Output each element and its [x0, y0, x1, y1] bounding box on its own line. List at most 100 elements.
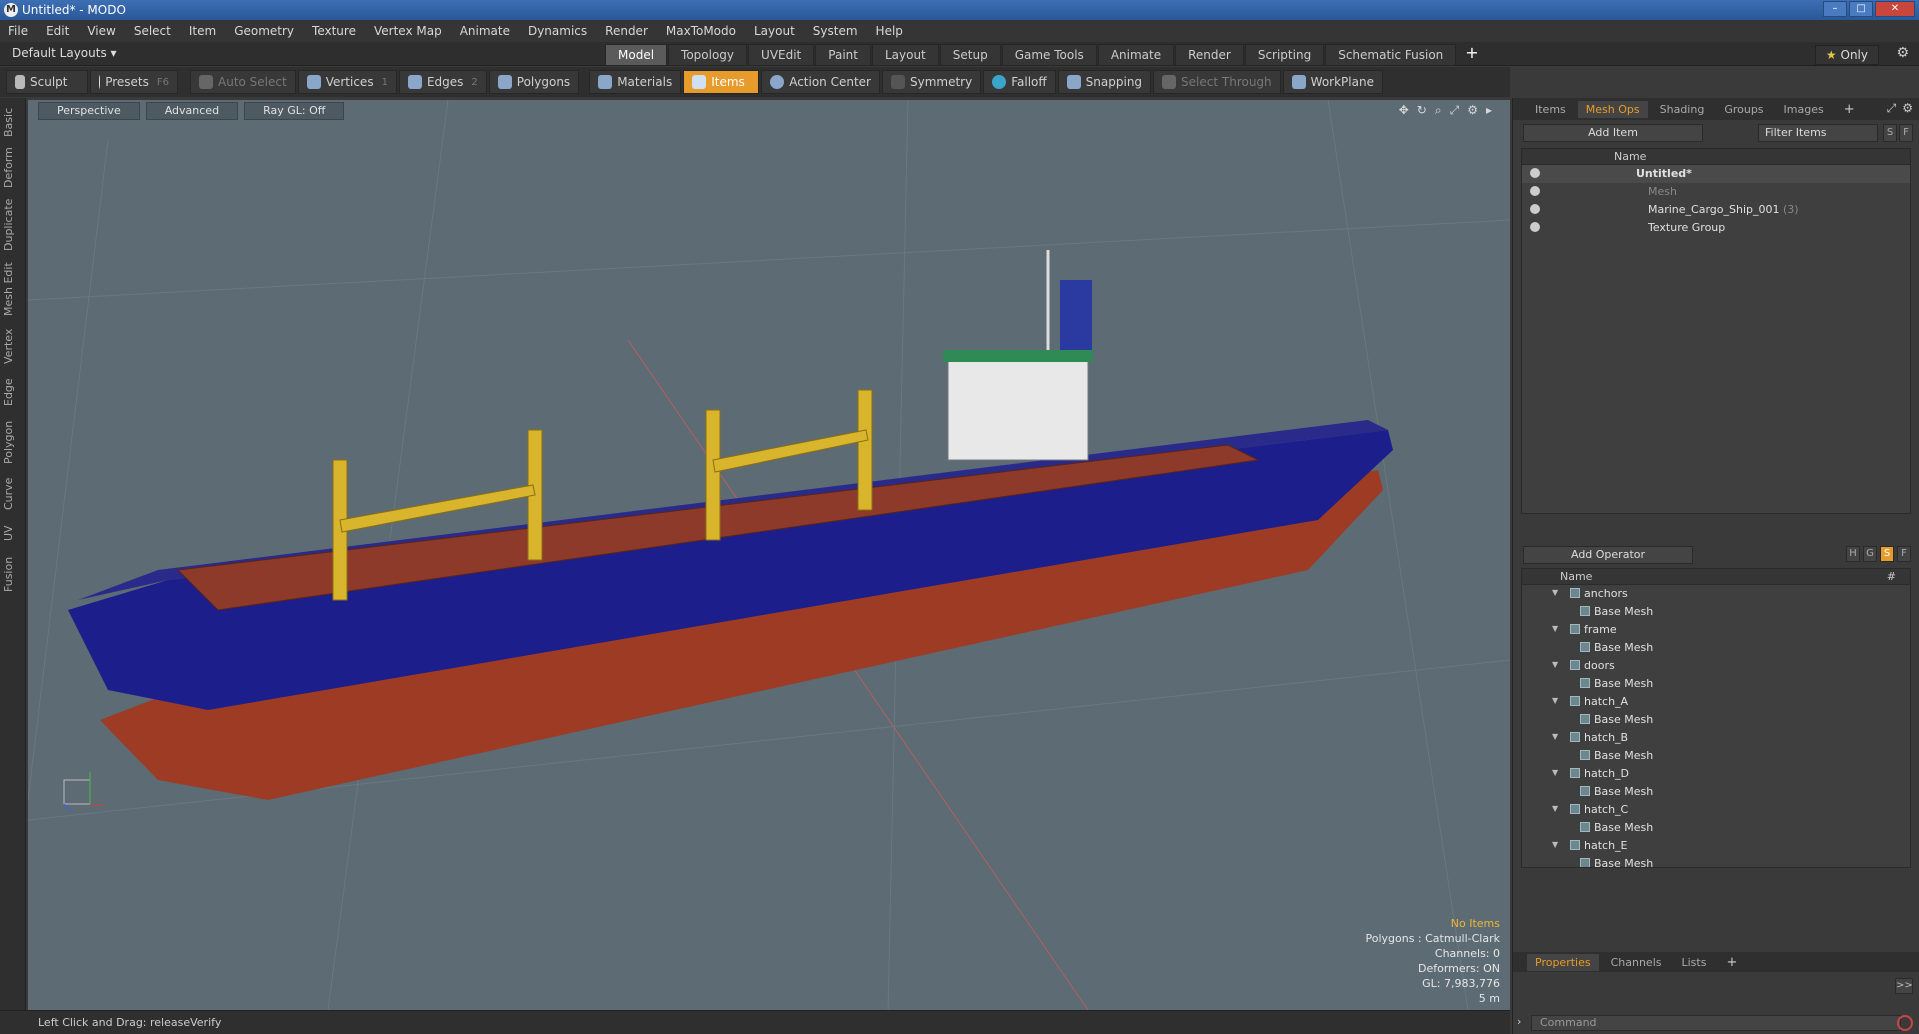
tab-uvedit[interactable]: UVEdit — [748, 44, 815, 66]
tab-items[interactable]: Items — [1527, 101, 1574, 118]
maximize-button[interactable]: □ — [1849, 1, 1873, 17]
zoom-icon[interactable]: ⌕ — [1435, 103, 1442, 118]
f-button[interactable]: F — [1899, 124, 1913, 142]
close-button[interactable]: ✕ — [1875, 1, 1915, 17]
tab-properties[interactable]: Properties — [1527, 953, 1599, 971]
expand-icon[interactable]: ⤢ — [1887, 101, 1897, 116]
menu-render[interactable]: Render — [605, 24, 648, 38]
operator-child-row[interactable]: Base Mesh — [1522, 603, 1910, 621]
eye-icon[interactable] — [1530, 186, 1540, 196]
expand-properties-button[interactable]: >> — [1895, 978, 1913, 994]
eye-icon[interactable] — [1530, 168, 1540, 178]
expand-arrow-icon[interactable]: ▼ — [1552, 768, 1558, 777]
menu-layout[interactable]: Layout — [754, 24, 795, 38]
operator-child-row[interactable]: Base Mesh — [1522, 639, 1910, 657]
expand-arrow-icon[interactable]: ▼ — [1552, 588, 1558, 597]
operator-row[interactable]: ▼ hatch_B — [1522, 729, 1910, 747]
rotate-icon[interactable]: ↻ — [1417, 103, 1427, 118]
add-item-dropdown[interactable]: Add Item — [1523, 124, 1703, 142]
operator-child-row[interactable]: Base Mesh — [1522, 747, 1910, 765]
snapping-button[interactable]: Snapping — [1057, 70, 1152, 94]
default-layouts-dropdown[interactable]: Default Layouts ▾ — [12, 46, 117, 60]
operator-child-row[interactable]: Base Mesh — [1522, 783, 1910, 801]
operator-row[interactable]: ▼ hatch_E — [1522, 837, 1910, 855]
menu-item[interactable]: Item — [189, 24, 216, 38]
tab-render[interactable]: Render — [1175, 44, 1244, 66]
fit-icon[interactable]: ⤢ — [1450, 103, 1460, 118]
operator-row[interactable]: ▼ hatch_A — [1522, 693, 1910, 711]
operator-row[interactable]: ▼ frame — [1522, 621, 1910, 639]
filter-items-input[interactable]: Filter Items — [1758, 124, 1878, 142]
raygl-toggle[interactable]: Ray GL: Off — [244, 102, 345, 120]
left-tab-basic[interactable]: Basic — [2, 104, 24, 140]
tab-images[interactable]: Images — [1776, 101, 1832, 118]
operator-child-row[interactable]: Base Mesh — [1522, 819, 1910, 837]
expand-arrow-icon[interactable]: ▼ — [1552, 660, 1558, 669]
stop-icon[interactable] — [1897, 1015, 1913, 1031]
operator-row[interactable]: ▼ doors — [1522, 657, 1910, 675]
3d-viewport[interactable]: Perspective Advanced Ray GL: Off ✥ ↻ ⌕ ⤢… — [28, 100, 1510, 1010]
left-tab-polygon[interactable]: Polygon — [2, 416, 24, 468]
auto-select-button[interactable]: Auto Select — [190, 70, 296, 94]
tab-channels[interactable]: Channels — [1603, 954, 1670, 971]
tree-row[interactable]: Mesh — [1522, 183, 1910, 201]
expand-arrow-icon[interactable]: ▼ — [1552, 732, 1558, 741]
left-tab-fusion[interactable]: Fusion — [2, 552, 24, 596]
operator-child-row[interactable]: Base Mesh — [1522, 711, 1910, 729]
operator-row[interactable]: ▼ hatch_D — [1522, 765, 1910, 783]
tab-scripting[interactable]: Scripting — [1244, 44, 1325, 66]
flag-f[interactable]: F — [1897, 546, 1911, 562]
minimize-button[interactable]: – — [1823, 1, 1847, 17]
perspective-dropdown[interactable]: Perspective — [38, 102, 140, 120]
add-bottom-tab-button[interactable]: + — [1718, 953, 1745, 972]
flag-s[interactable]: S — [1880, 546, 1894, 562]
tree-row[interactable]: Marine_Cargo_Ship_001 (3) — [1522, 201, 1910, 219]
tab-model[interactable]: Model — [605, 44, 668, 66]
eye-icon[interactable] — [1530, 204, 1540, 214]
eye-icon[interactable] — [1530, 222, 1540, 232]
only-toggle[interactable]: ★ Only — [1814, 45, 1879, 65]
tab-setup[interactable]: Setup — [939, 44, 1001, 66]
viewport-menu-icon[interactable]: ▸ — [1486, 103, 1492, 118]
tab-topology[interactable]: Topology — [668, 44, 748, 66]
polygons-button[interactable]: Polygons — [488, 70, 580, 94]
gear-icon[interactable]: ⚙ — [1896, 45, 1909, 61]
sculpt-button[interactable]: Sculpt — [6, 70, 88, 94]
symmetry-button[interactable]: Symmetry — [882, 70, 982, 94]
tab-schematic-fusion[interactable]: Schematic Fusion — [1325, 44, 1457, 66]
tab-groups[interactable]: Groups — [1716, 101, 1771, 118]
operator-row[interactable]: ▼ anchors — [1522, 585, 1910, 603]
left-tab-edge[interactable]: Edge — [2, 374, 24, 410]
command-input[interactable]: Command — [1531, 1015, 1901, 1031]
operator-row[interactable]: ▼ hatch_C — [1522, 801, 1910, 819]
select-through-button[interactable]: Select Through — [1153, 70, 1281, 94]
tab-layout[interactable]: Layout — [871, 44, 939, 66]
menu-vertex-map[interactable]: Vertex Map — [374, 24, 442, 38]
menu-view[interactable]: View — [87, 24, 115, 38]
materials-button[interactable]: Materials — [589, 70, 682, 94]
tab-paint[interactable]: Paint — [815, 44, 871, 66]
vertices-button[interactable]: Vertices 1 — [297, 70, 397, 94]
panel-gear-icon[interactable]: ⚙ — [1902, 101, 1913, 116]
action-center-button[interactable]: Action Center — [761, 70, 880, 94]
expand-arrow-icon[interactable]: ▼ — [1552, 624, 1558, 633]
expand-arrow-icon[interactable]: ▼ — [1552, 804, 1558, 813]
items-button[interactable]: Items — [683, 70, 760, 94]
left-tab-curve[interactable]: Curve — [2, 474, 24, 514]
menu-geometry[interactable]: Geometry — [234, 24, 294, 38]
menu-texture[interactable]: Texture — [312, 24, 356, 38]
menu-select[interactable]: Select — [134, 24, 171, 38]
add-panel-tab-button[interactable]: + — [1836, 100, 1863, 119]
menu-maxtomodo[interactable]: MaxToModo — [666, 24, 736, 38]
presets-button[interactable]: Presets F6 — [90, 70, 178, 94]
menu-edit[interactable]: Edit — [46, 24, 69, 38]
left-tab-duplicate[interactable]: Duplicate — [2, 196, 24, 254]
tab-lists[interactable]: Lists — [1674, 954, 1715, 971]
tab-game-tools[interactable]: Game Tools — [1001, 44, 1097, 66]
menu-system[interactable]: System — [813, 24, 858, 38]
tree-row[interactable]: Texture Group — [1522, 219, 1910, 237]
workplane-button[interactable]: WorkPlane — [1282, 70, 1383, 94]
viewport-settings-icon[interactable]: ⚙ — [1467, 103, 1478, 118]
left-tab-deform[interactable]: Deform — [2, 146, 24, 190]
left-tab-vertex[interactable]: Vertex — [2, 324, 24, 368]
